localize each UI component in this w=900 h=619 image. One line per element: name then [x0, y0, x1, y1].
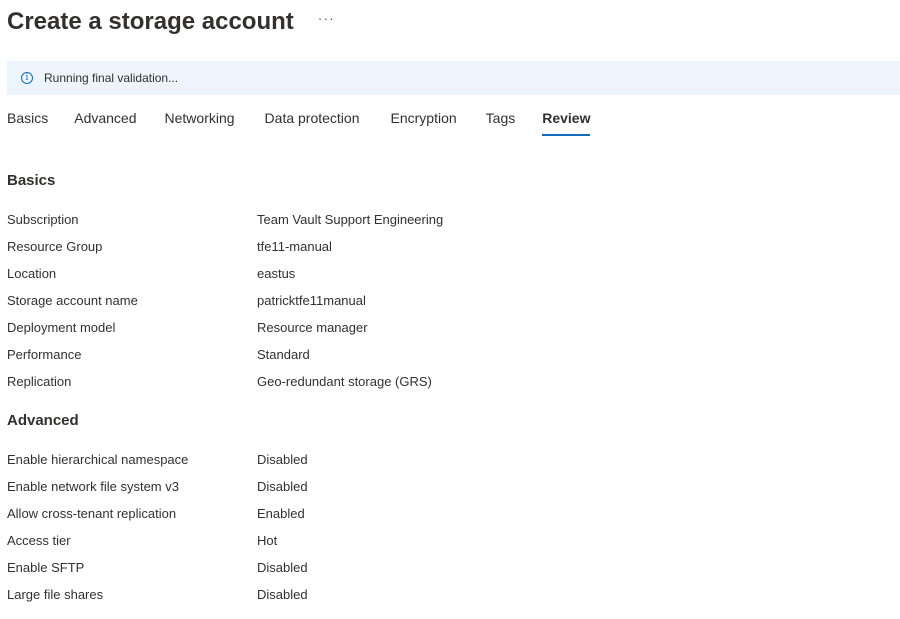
row-label: Storage account name — [7, 293, 138, 308]
summary-row: Performance Standard — [7, 345, 707, 365]
row-value: Hot — [257, 533, 278, 548]
summary-row: Storage account name patricktfe11manual — [7, 291, 707, 311]
row-value: Disabled — [257, 479, 308, 494]
summary-row: Enable network file system v3 Disabled — [7, 477, 707, 497]
page-header: Create a storage account ··· — [7, 4, 335, 40]
tab-review[interactable]: Review — [542, 104, 591, 136]
tab-advanced[interactable]: Advanced — [74, 104, 136, 134]
summary-row: Large file shares Disabled — [7, 585, 707, 605]
tab-encryption[interactable]: Encryption — [391, 104, 457, 134]
tab-basics[interactable]: Basics — [7, 104, 48, 134]
row-value: Disabled — [257, 452, 308, 467]
summary-row: Allow cross-tenant replication Enabled — [7, 504, 707, 524]
page-title: Create a storage account — [7, 8, 294, 35]
row-value: Geo-redundant storage (GRS) — [257, 374, 432, 389]
tab-data-protection[interactable]: Data protection — [265, 104, 360, 134]
summary-row: Location eastus — [7, 264, 707, 284]
validation-notice-text: Running final validation... — [44, 71, 179, 85]
summary-row: Subscription Team Vault Support Engineer… — [7, 210, 707, 230]
row-value: Disabled — [257, 587, 308, 602]
row-value: eastus — [257, 266, 296, 281]
wizard-tabs: Basics Advanced Networking Data protecti… — [7, 104, 591, 138]
row-label: Deployment model — [7, 320, 116, 335]
summary-row: Resource Group tfe11-manual — [7, 237, 707, 257]
summary-row: Replication Geo-redundant storage (GRS) — [7, 372, 707, 392]
row-label: Enable hierarchical namespace — [7, 452, 189, 467]
validation-notice: i Running final validation... — [7, 61, 900, 95]
row-label: Access tier — [7, 533, 71, 548]
row-label: Subscription — [7, 212, 79, 227]
row-label: Enable network file system v3 — [7, 479, 179, 494]
summary-row: Enable hierarchical namespace Disabled — [7, 450, 707, 470]
row-label: Location — [7, 266, 57, 281]
row-value: Resource manager — [257, 320, 368, 335]
info-icon: i — [21, 72, 33, 84]
summary-row: Deployment model Resource manager — [7, 318, 707, 338]
more-options-button[interactable]: ··· — [318, 11, 335, 25]
tab-networking[interactable]: Networking — [165, 104, 235, 134]
row-label: Replication — [7, 374, 72, 389]
row-value: patricktfe11manual — [257, 293, 366, 308]
summary-row: Access tier Hot — [7, 531, 707, 551]
tab-tags[interactable]: Tags — [486, 104, 516, 134]
row-label: Resource Group — [7, 239, 103, 254]
section-title-basics: Basics — [7, 172, 56, 189]
row-label: Allow cross-tenant replication — [7, 506, 177, 521]
row-value: Enabled — [257, 506, 305, 521]
row-value: Disabled — [257, 560, 308, 575]
section-title-advanced: Advanced — [7, 412, 79, 429]
row-value: tfe11-manual — [257, 239, 332, 254]
row-label: Large file shares — [7, 587, 104, 602]
row-label: Enable SFTP — [7, 560, 85, 575]
summary-row: Enable SFTP Disabled — [7, 558, 707, 578]
row-label: Performance — [7, 347, 82, 362]
row-value: Standard — [257, 347, 310, 362]
row-value: Team Vault Support Engineering — [257, 212, 444, 227]
